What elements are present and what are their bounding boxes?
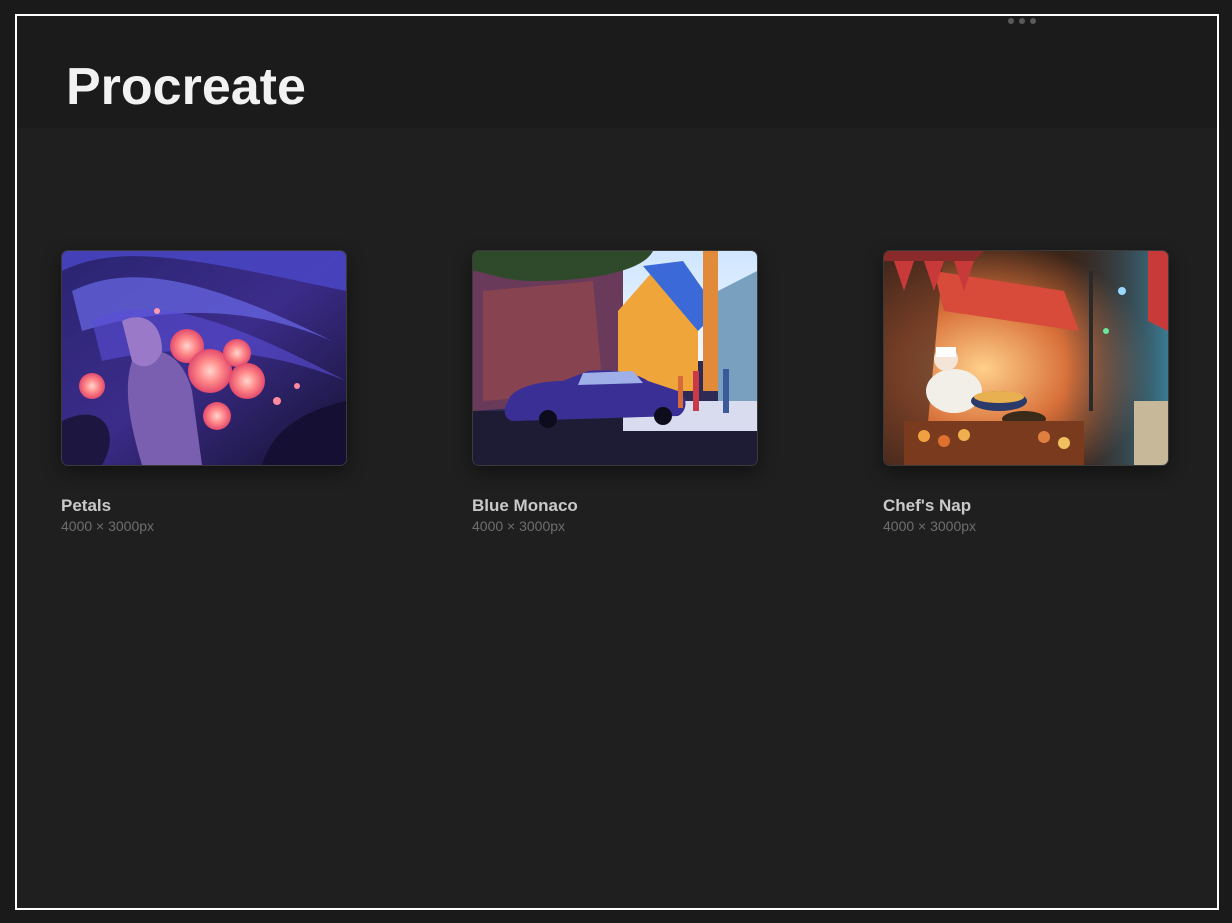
artwork-name[interactable]: Blue Monaco (472, 496, 762, 516)
artwork-card-blue-monaco[interactable]: Blue Monaco 4000 × 3000px (472, 250, 762, 535)
blue-monaco-thumbnail-image (473, 251, 757, 465)
app-title: Procreate (66, 58, 306, 116)
artwork-name[interactable]: Petals (61, 496, 351, 516)
artwork-card-petals[interactable]: Petals 4000 × 3000px (61, 250, 351, 535)
artwork-dimensions: 4000 × 3000px (61, 518, 155, 534)
dot (1030, 18, 1036, 24)
petals-thumbnail-image (62, 251, 346, 465)
artwork-card-chefs-nap[interactable]: Chef's Nap 4000 × 3000px (883, 250, 1173, 535)
dot (1019, 18, 1025, 24)
artwork-name[interactable]: Chef's Nap (883, 496, 1173, 516)
artwork-thumbnail[interactable] (61, 250, 347, 466)
artwork-thumbnail[interactable] (883, 250, 1169, 466)
gallery-header: Procreate (17, 16, 1217, 128)
more-options-icon[interactable] (1008, 16, 1042, 26)
artwork-dimensions: 4000 × 3000px (883, 518, 977, 534)
chefs-nap-thumbnail-image (884, 251, 1168, 465)
app-window: Procreate Petals 4000 × 3000px Blue Mona… (15, 14, 1219, 910)
artwork-dimensions: 4000 × 3000px (472, 518, 566, 534)
artwork-gallery: Petals 4000 × 3000px Blue Monaco 4000 × … (17, 128, 1217, 908)
artwork-thumbnail[interactable] (472, 250, 758, 466)
dot (1008, 18, 1014, 24)
